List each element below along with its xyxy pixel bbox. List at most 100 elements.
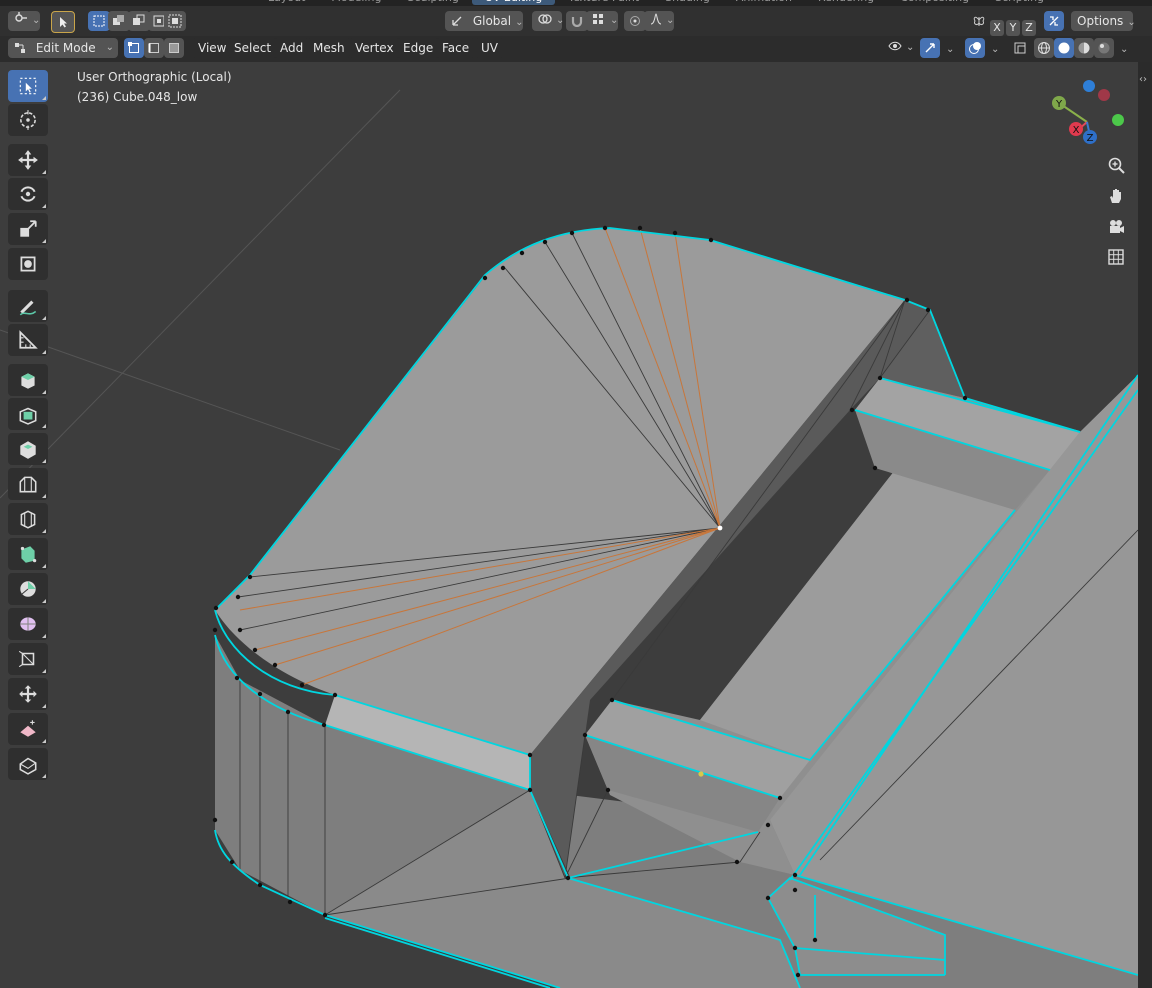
mirror-options-button[interactable] — [969, 11, 989, 31]
proportional-icon — [630, 16, 640, 26]
zoom-icon — [1108, 157, 1125, 174]
gizmo-toggle[interactable] — [920, 38, 940, 58]
menu-add[interactable]: Add — [274, 38, 310, 58]
menu-uv[interactable]: UV — [475, 38, 504, 58]
workspace-tab-scripting[interactable]: Scripting — [982, 0, 1057, 5]
gizmo-neg-z-dot[interactable] — [1083, 80, 1095, 92]
workspace-tab-rendering[interactable]: Rendering — [805, 0, 887, 5]
editor-type-button[interactable]: ⌄ — [8, 11, 40, 31]
spin-icon — [20, 617, 36, 631]
transform-tool[interactable] — [8, 248, 48, 280]
camera-icon — [1110, 220, 1124, 233]
select-mode-extend-button[interactable] — [108, 11, 130, 31]
rotate-tool[interactable] — [8, 178, 48, 210]
shear-tool[interactable] — [8, 748, 48, 780]
menu-edge[interactable]: Edge — [397, 38, 440, 58]
extrude-tool[interactable] — [8, 398, 48, 430]
3d-viewport[interactable]: User Orthographic (Local) (236) Cube.048… — [0, 62, 1138, 988]
select-mode-subtract-button[interactable] — [128, 11, 150, 31]
mesh-canvas[interactable] — [0, 62, 1138, 988]
poly-build-tool[interactable] — [8, 573, 48, 605]
snap-target-dropdown[interactable]: ⌄ — [586, 11, 618, 31]
annotate-tool[interactable] — [8, 290, 48, 322]
mirror-y-toggle[interactable]: Y — [1006, 20, 1020, 36]
edge-slide-tool[interactable] — [8, 678, 48, 710]
workspace-tab-uv-editing[interactable]: UV Editing — [471, 0, 556, 5]
cursor-tool[interactable] — [8, 104, 48, 136]
menu-view[interactable]: View — [192, 38, 233, 58]
workspace-tab-sculpting[interactable]: Sculpting — [394, 0, 471, 5]
scale-tool[interactable] — [8, 213, 48, 245]
tool-variants-indicator — [42, 669, 46, 673]
gizmo-neg-y-dot[interactable] — [1112, 114, 1124, 126]
mirror-x-toggle[interactable]: X — [990, 20, 1004, 36]
active-vertex[interactable] — [717, 525, 723, 531]
snap-toggle[interactable] — [566, 11, 588, 31]
select-mode-intersect-button[interactable] — [164, 11, 186, 31]
camera-view-button[interactable] — [1102, 213, 1130, 241]
pan-button[interactable] — [1102, 182, 1130, 210]
tool-variants-indicator — [42, 350, 46, 354]
shrink-icon — [20, 720, 36, 737]
overlays-toggle[interactable] — [965, 38, 985, 58]
proportional-edit-toggle[interactable] — [624, 11, 646, 31]
menu-face[interactable]: Face — [436, 38, 476, 58]
workspace-tab-compositing[interactable]: Compositing — [887, 0, 982, 5]
measure-tool[interactable] — [8, 324, 48, 356]
pivot-point-dropdown[interactable]: ⌄ — [532, 11, 564, 31]
add-cube-tool[interactable] — [8, 364, 48, 396]
vertex-select-mode-button[interactable] — [124, 38, 144, 58]
visibility-dropdown[interactable]: ⌄ — [882, 38, 916, 58]
menu-select[interactable]: Select — [228, 38, 278, 58]
navigation-gizmo[interactable]: Y X Z — [1045, 72, 1135, 162]
select-box-tool[interactable] — [8, 70, 48, 102]
select-mode-new-button[interactable] — [88, 11, 110, 31]
material-shading-button[interactable] — [1074, 38, 1094, 58]
inset-tool[interactable] — [8, 433, 48, 465]
ortho-toggle-button[interactable] — [1102, 243, 1130, 271]
tool-variants-indicator — [42, 739, 46, 743]
sidebar-toggle-icon[interactable]: ‹› — [1139, 74, 1147, 85]
workspace-tab-modeling[interactable]: Modeling — [318, 0, 394, 5]
smooth-tool[interactable] — [8, 643, 48, 675]
solid-shading-button[interactable] — [1054, 38, 1074, 58]
mode-dropdown[interactable]: Edit Mode ⌄ — [8, 38, 118, 58]
shrink-fatten-tool[interactable] — [8, 713, 48, 745]
select-tool-button[interactable] — [51, 11, 75, 33]
gizmo-dropdown[interactable]: ⌄ — [940, 38, 958, 58]
xray-toggle[interactable] — [1010, 38, 1030, 58]
bevel-tool[interactable] — [8, 468, 48, 500]
rotate-icon — [20, 186, 36, 202]
edge-select-mode-button[interactable] — [144, 38, 164, 58]
loop-cut-tool[interactable] — [8, 503, 48, 535]
uv-sync-toggle[interactable] — [1044, 11, 1064, 31]
tool-variants-indicator — [42, 459, 46, 463]
mirror-z-toggle[interactable]: Z — [1022, 20, 1036, 36]
menu-mesh[interactable]: Mesh — [307, 38, 351, 58]
shading-dropdown[interactable]: ⌄ — [1114, 38, 1132, 58]
menu-vertex[interactable]: Vertex — [349, 38, 400, 58]
move-tool[interactable] — [8, 144, 48, 176]
tool-variants-indicator — [42, 239, 46, 243]
cube-add-icon — [21, 373, 35, 389]
workspace-tab-layout[interactable]: Layout — [255, 0, 318, 5]
workspace-tab-shading[interactable]: Shading — [652, 0, 723, 5]
wireframe-shading-button[interactable] — [1034, 38, 1054, 58]
view-name-label: User Orthographic (Local) — [77, 70, 232, 84]
overlays-dropdown[interactable]: ⌄ — [985, 38, 1003, 58]
tool-variants-indicator — [42, 390, 46, 394]
workspace-tab-animation[interactable]: Animation — [723, 0, 805, 5]
gizmo-y-label: Y — [1055, 99, 1063, 110]
face-select-mode-button[interactable] — [164, 38, 184, 58]
proportional-falloff-dropdown[interactable]: ⌄ — [644, 11, 674, 31]
knife-tool[interactable] — [8, 538, 48, 570]
gizmo-neg-x-dot[interactable] — [1098, 89, 1110, 101]
rendered-shading-button[interactable] — [1094, 38, 1114, 58]
transform-orientation-dropdown[interactable]: Global ⌄ — [445, 11, 524, 31]
tool-variants-indicator — [42, 204, 46, 208]
spin-tool[interactable] — [8, 608, 48, 640]
workspace-tab-texture-paint[interactable]: Texture Paint — [555, 0, 652, 5]
zoom-button[interactable] — [1102, 152, 1130, 180]
options-dropdown[interactable]: Options ⌄ — [1071, 11, 1136, 31]
tool-variants-indicator — [42, 424, 46, 428]
